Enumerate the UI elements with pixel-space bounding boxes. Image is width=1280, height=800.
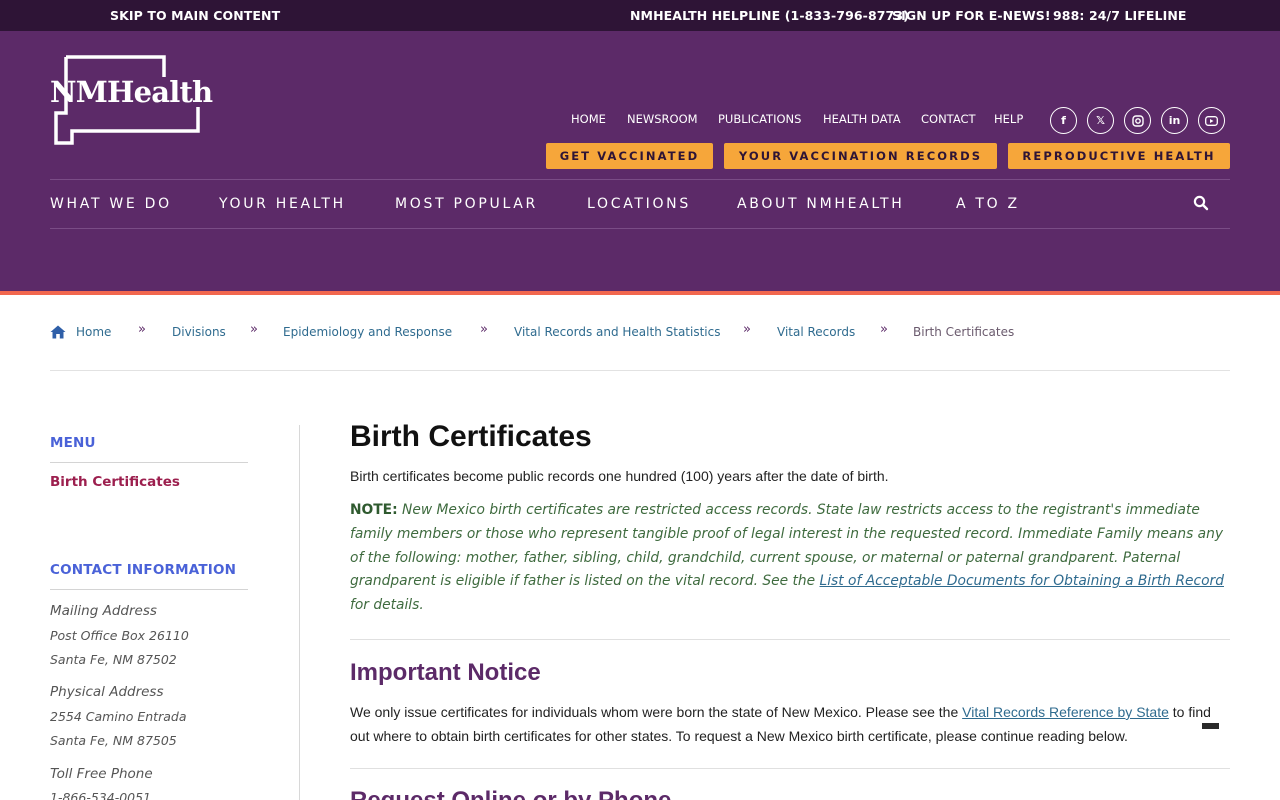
x-icon[interactable]: 𝕏 — [1087, 107, 1114, 134]
breadcrumb-vital-records[interactable]: Vital Records — [777, 325, 855, 339]
nav-what-we-do[interactable]: WHAT WE DO — [50, 180, 172, 228]
sidebar-menu-heading: MENU — [50, 435, 96, 451]
breadcrumb-epidemiology[interactable]: Epidemiology and Response — [283, 325, 452, 339]
vital-records-reference-link[interactable]: Vital Records Reference by State — [962, 704, 1169, 720]
note-tail: for details. — [350, 597, 424, 614]
utility-bar: SKIP TO MAIN CONTENT NMHEALTH HELPLINE (… — [0, 0, 1280, 31]
acceptable-documents-link[interactable]: List of Acceptable Documents for Obtaini… — [820, 573, 1224, 589]
topnav-newsroom[interactable]: NEWSROOM — [627, 112, 698, 126]
instagram-icon[interactable] — [1124, 107, 1151, 134]
site-header: NMHealth HOME NEWSROOM PUBLICATIONS HEAL… — [0, 31, 1280, 291]
topnav-contact[interactable]: CONTACT — [921, 112, 976, 126]
reproductive-health-button[interactable]: REPRODUCTIVE HEALTH — [1008, 143, 1230, 169]
nav-most-popular[interactable]: MOST POPULAR — [395, 180, 538, 228]
nmhealth-logo[interactable]: NMHealth — [50, 55, 213, 147]
topnav-health-data[interactable]: HEALTH DATA — [823, 112, 901, 126]
sidebar: MENU Birth Certificates CONTACT INFORMAT… — [50, 425, 300, 800]
main-content: Birth Certificates Birth certificates be… — [350, 420, 1230, 800]
nav-about-nmhealth[interactable]: ABOUT NMHEALTH — [737, 180, 904, 228]
toll-free-phone-label: Toll Free Phone — [50, 766, 153, 782]
breadcrumb-separator-icon: » — [138, 322, 146, 337]
breadcrumb-divisions[interactable]: Divisions — [172, 325, 226, 339]
physical-address-line: 2554 Camino Entrada — [50, 709, 187, 724]
sidebar-divider — [50, 589, 248, 590]
home-icon[interactable] — [50, 325, 66, 339]
lifeline-link[interactable]: 988: 24/7 LIFELINE — [1053, 0, 1187, 31]
topnav-publications[interactable]: PUBLICATIONS — [718, 112, 801, 126]
sidebar-divider — [50, 462, 248, 463]
get-vaccinated-button[interactable]: GET VACCINATED — [546, 143, 713, 169]
section-divider — [350, 768, 1230, 769]
header-accent-stripe — [0, 291, 1280, 295]
section-divider — [350, 639, 1230, 640]
intro-text: Birth certificates become public records… — [350, 468, 889, 484]
restricted-access-note: NOTE: New Mexico birth certificates are … — [350, 499, 1230, 618]
physical-address-line: Santa Fe, NM 87505 — [50, 733, 177, 748]
note-label: NOTE: — [350, 502, 398, 518]
logo-text: NMHealth — [50, 75, 213, 109]
floating-widget-handle[interactable] — [1202, 723, 1219, 729]
notice-text-part: We only issue certificates for individua… — [350, 704, 959, 720]
skip-to-main-link[interactable]: SKIP TO MAIN CONTENT — [110, 0, 280, 31]
topnav-home[interactable]: HOME — [571, 112, 606, 126]
youtube-icon[interactable] — [1198, 107, 1225, 134]
breadcrumb-vital-records-stats[interactable]: Vital Records and Health Statistics — [514, 325, 720, 339]
breadcrumb-separator-icon: » — [480, 322, 488, 337]
contact-info-heading: CONTACT INFORMATION — [50, 562, 237, 578]
linkedin-icon[interactable]: in — [1161, 107, 1188, 134]
breadcrumb-home[interactable]: Home — [76, 325, 111, 339]
breadcrumb: Home » Divisions » Epidemiology and Resp… — [50, 318, 1230, 371]
breadcrumb-separator-icon: » — [743, 322, 751, 337]
breadcrumb-current: Birth Certificates — [913, 325, 1015, 339]
sidebar-item-birth-certificates[interactable]: Birth Certificates — [50, 474, 180, 490]
facebook-icon[interactable]: f — [1050, 107, 1077, 134]
physical-address-label: Physical Address — [50, 684, 164, 700]
nav-locations[interactable]: LOCATIONS — [587, 180, 691, 228]
mailing-address-label: Mailing Address — [50, 603, 157, 619]
mailing-address-line: Santa Fe, NM 87502 — [50, 652, 177, 667]
important-notice-heading: Important Notice — [350, 659, 541, 686]
mailing-address-line: Post Office Box 26110 — [50, 628, 189, 643]
breadcrumb-separator-icon: » — [880, 322, 888, 337]
enews-signup-link[interactable]: SIGN UP FOR E-NEWS! — [892, 0, 1051, 31]
page-title: Birth Certificates — [350, 420, 592, 453]
breadcrumb-separator-icon: » — [250, 322, 258, 337]
helpline-link[interactable]: NMHEALTH HELPLINE (1-833-796-8773) — [630, 0, 909, 31]
search-icon[interactable] — [1193, 195, 1209, 211]
nav-a-to-z[interactable]: A TO Z — [956, 180, 1020, 228]
request-online-heading: Request Online or by Phone — [350, 787, 671, 800]
nav-your-health[interactable]: YOUR HEALTH — [219, 180, 346, 228]
main-nav: WHAT WE DO YOUR HEALTH MOST POPULAR LOCA… — [50, 179, 1230, 229]
important-notice-text: We only issue certificates for individua… — [350, 700, 1230, 748]
topnav-help[interactable]: HELP — [994, 112, 1023, 126]
toll-free-phone-value: 1-866-534-0051 — [50, 790, 152, 800]
vaccination-records-button[interactable]: YOUR VACCINATION RECORDS — [724, 143, 997, 169]
